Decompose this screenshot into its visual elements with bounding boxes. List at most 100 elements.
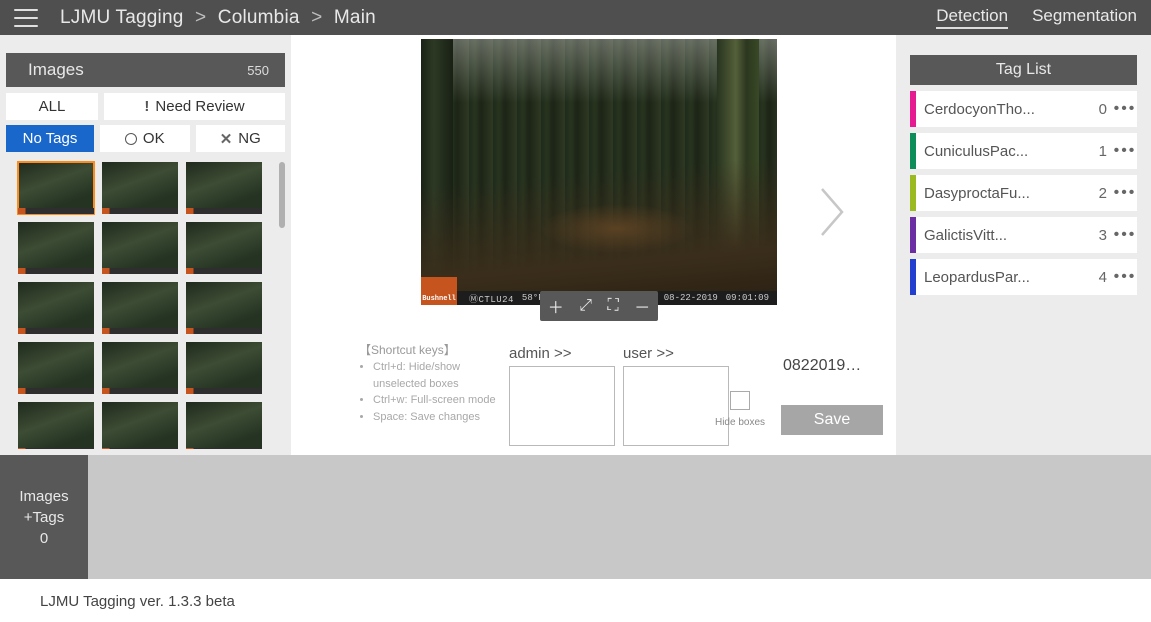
thumbnail[interactable] xyxy=(18,402,94,449)
thumbnail-grid xyxy=(6,158,285,449)
filter-need-review-button[interactable]: ! Need Review xyxy=(104,93,285,120)
images-title: Images xyxy=(28,60,84,80)
bottom-strip: Images +Tags 0 xyxy=(0,455,1151,579)
tag-row[interactable]: DasyproctaFu... 2 ••• xyxy=(910,175,1137,211)
x-icon: ✕ xyxy=(220,130,233,148)
chevron-right-icon: > xyxy=(195,7,206,28)
tag-list: CerdocyonTho... 0 ••• CuniculusPac... 1 … xyxy=(910,91,1137,295)
tag-shortcut: 1 xyxy=(1099,143,1107,160)
tab-detection[interactable]: Detection xyxy=(936,6,1008,29)
thumbnail[interactable] xyxy=(186,342,262,394)
main-image[interactable]: Bushnell ⓂCTLU24 58°F 25°C 08-22-2019 09… xyxy=(421,39,777,305)
thumbnail[interactable] xyxy=(102,402,178,449)
shortcut-title: 【Shortcut keys】 xyxy=(359,341,499,359)
tag-color-bar xyxy=(910,259,916,295)
tag-color-bar xyxy=(910,217,916,253)
image-time: 09:01:09 xyxy=(726,293,769,303)
thumbnail[interactable] xyxy=(186,402,262,449)
right-panel: Tag List CerdocyonTho... 0 ••• Cuniculus… xyxy=(896,35,1151,455)
hide-boxes-checkbox[interactable] xyxy=(730,391,750,410)
tag-color-bar xyxy=(910,175,916,211)
shortcut-hints: 【Shortcut keys】 Ctrl+d: Hide/show unsele… xyxy=(359,341,499,425)
footer-version: LJMU Tagging ver. 1.3.3 beta xyxy=(0,579,1151,622)
tag-shortcut: 4 xyxy=(1099,269,1107,286)
shortcut-item: Space: Save changes xyxy=(373,409,499,426)
thumbnail[interactable] xyxy=(102,342,178,394)
more-icon[interactable]: ••• xyxy=(1113,268,1137,286)
thumbnail[interactable] xyxy=(18,162,94,214)
file-name-label: 0822019… xyxy=(783,357,863,375)
tag-row[interactable]: GalictisVitt... 3 ••• xyxy=(910,217,1137,253)
images-header: Images 550 xyxy=(6,53,285,87)
filter-all-button[interactable]: ALL xyxy=(6,93,98,120)
tag-row[interactable]: CerdocyonTho... 0 ••• xyxy=(910,91,1137,127)
tag-shortcut: 2 xyxy=(1099,185,1107,202)
tag-row[interactable]: LeopardusPar... 4 ••• xyxy=(910,259,1137,295)
admin-tags-box[interactable] xyxy=(509,366,615,446)
tag-shortcut: 0 xyxy=(1099,101,1107,118)
fullscreen-icon[interactable]: ⛶ xyxy=(608,297,619,315)
bottom-strip-count: 0 xyxy=(40,528,48,549)
hide-boxes-label: Hide boxes xyxy=(711,417,769,428)
bottom-strip-l2: +Tags xyxy=(24,507,64,528)
thumbnail[interactable] xyxy=(18,222,94,274)
image-toolbar: ＋ ⤢ ⛶ － xyxy=(540,291,658,321)
thumbnail[interactable] xyxy=(102,222,178,274)
expand-icon[interactable]: ⤢ xyxy=(579,297,592,315)
tag-color-bar xyxy=(910,133,916,169)
user-tags-label[interactable]: user >> xyxy=(623,345,729,362)
filter-need-review-label: Need Review xyxy=(155,98,244,115)
more-icon[interactable]: ••• xyxy=(1113,184,1137,202)
tag-name: CuniculusPac... xyxy=(924,143,1099,160)
filter-no-tags-button[interactable]: No Tags xyxy=(6,125,94,152)
admin-tags-label[interactable]: admin >> xyxy=(509,345,615,362)
scrollbar-thumb[interactable] xyxy=(279,162,285,228)
tag-list-header: Tag List xyxy=(910,55,1137,85)
thumbnail[interactable] xyxy=(102,282,178,334)
thumbnail[interactable] xyxy=(18,342,94,394)
menu-icon[interactable] xyxy=(14,9,38,27)
more-icon[interactable]: ••• xyxy=(1113,100,1137,118)
shortcut-item: Ctrl+d: Hide/show unselected boxes xyxy=(373,359,499,392)
filter-ok-label: OK xyxy=(143,130,165,147)
tab-segmentation[interactable]: Segmentation xyxy=(1032,6,1137,29)
tag-color-bar xyxy=(910,91,916,127)
bottom-strip-l1: Images xyxy=(19,486,68,507)
breadcrumb-project[interactable]: Columbia xyxy=(218,7,300,28)
center-panel: Bushnell ⓂCTLU24 58°F 25°C 08-22-2019 09… xyxy=(291,35,896,455)
thumbnail[interactable] xyxy=(186,162,262,214)
tag-name: CerdocyonTho... xyxy=(924,101,1099,118)
images-count: 550 xyxy=(247,63,269,78)
circle-icon xyxy=(125,133,137,145)
bottom-strip-header: Images +Tags 0 xyxy=(0,455,88,579)
thumbnail[interactable] xyxy=(18,282,94,334)
thumbnail[interactable] xyxy=(186,222,262,274)
tag-name: GalictisVitt... xyxy=(924,227,1099,244)
filter-ok-button[interactable]: OK xyxy=(100,125,190,152)
zoom-in-icon[interactable]: ＋ xyxy=(548,294,564,318)
image-viewer[interactable]: Bushnell ⓂCTLU24 58°F 25°C 08-22-2019 09… xyxy=(421,39,777,307)
camera-brand-badge: Bushnell xyxy=(421,277,457,305)
image-date: 08-22-2019 xyxy=(664,293,718,303)
breadcrumb: LJMU Tagging > Columbia > Main xyxy=(60,7,936,29)
breadcrumb-app: LJMU Tagging xyxy=(60,7,184,28)
more-icon[interactable]: ••• xyxy=(1113,142,1137,160)
image-camera-id: ⓂCTLU24 xyxy=(469,292,514,305)
thumbnail[interactable] xyxy=(102,162,178,214)
save-button[interactable]: Save xyxy=(781,405,883,435)
tag-shortcut: 3 xyxy=(1099,227,1107,244)
filter-ng-button[interactable]: ✕ NG xyxy=(196,125,286,152)
left-panel: Images 550 ALL ! Need Review No Tags OK … xyxy=(0,35,291,455)
chevron-right-icon: > xyxy=(311,7,322,28)
shortcut-item: Ctrl+w: Full-screen mode xyxy=(373,392,499,409)
bottom-strip-body xyxy=(88,455,1151,579)
zoom-out-icon[interactable]: － xyxy=(634,294,650,318)
filter-ng-label: NG xyxy=(238,130,261,147)
thumbnail[interactable] xyxy=(186,282,262,334)
tag-name: DasyproctaFu... xyxy=(924,185,1099,202)
more-icon[interactable]: ••• xyxy=(1113,226,1137,244)
tag-row[interactable]: CuniculusPac... 1 ••• xyxy=(910,133,1137,169)
next-image-button[interactable] xyxy=(818,185,848,239)
exclamation-icon: ! xyxy=(144,98,149,115)
breadcrumb-set[interactable]: Main xyxy=(334,7,376,28)
